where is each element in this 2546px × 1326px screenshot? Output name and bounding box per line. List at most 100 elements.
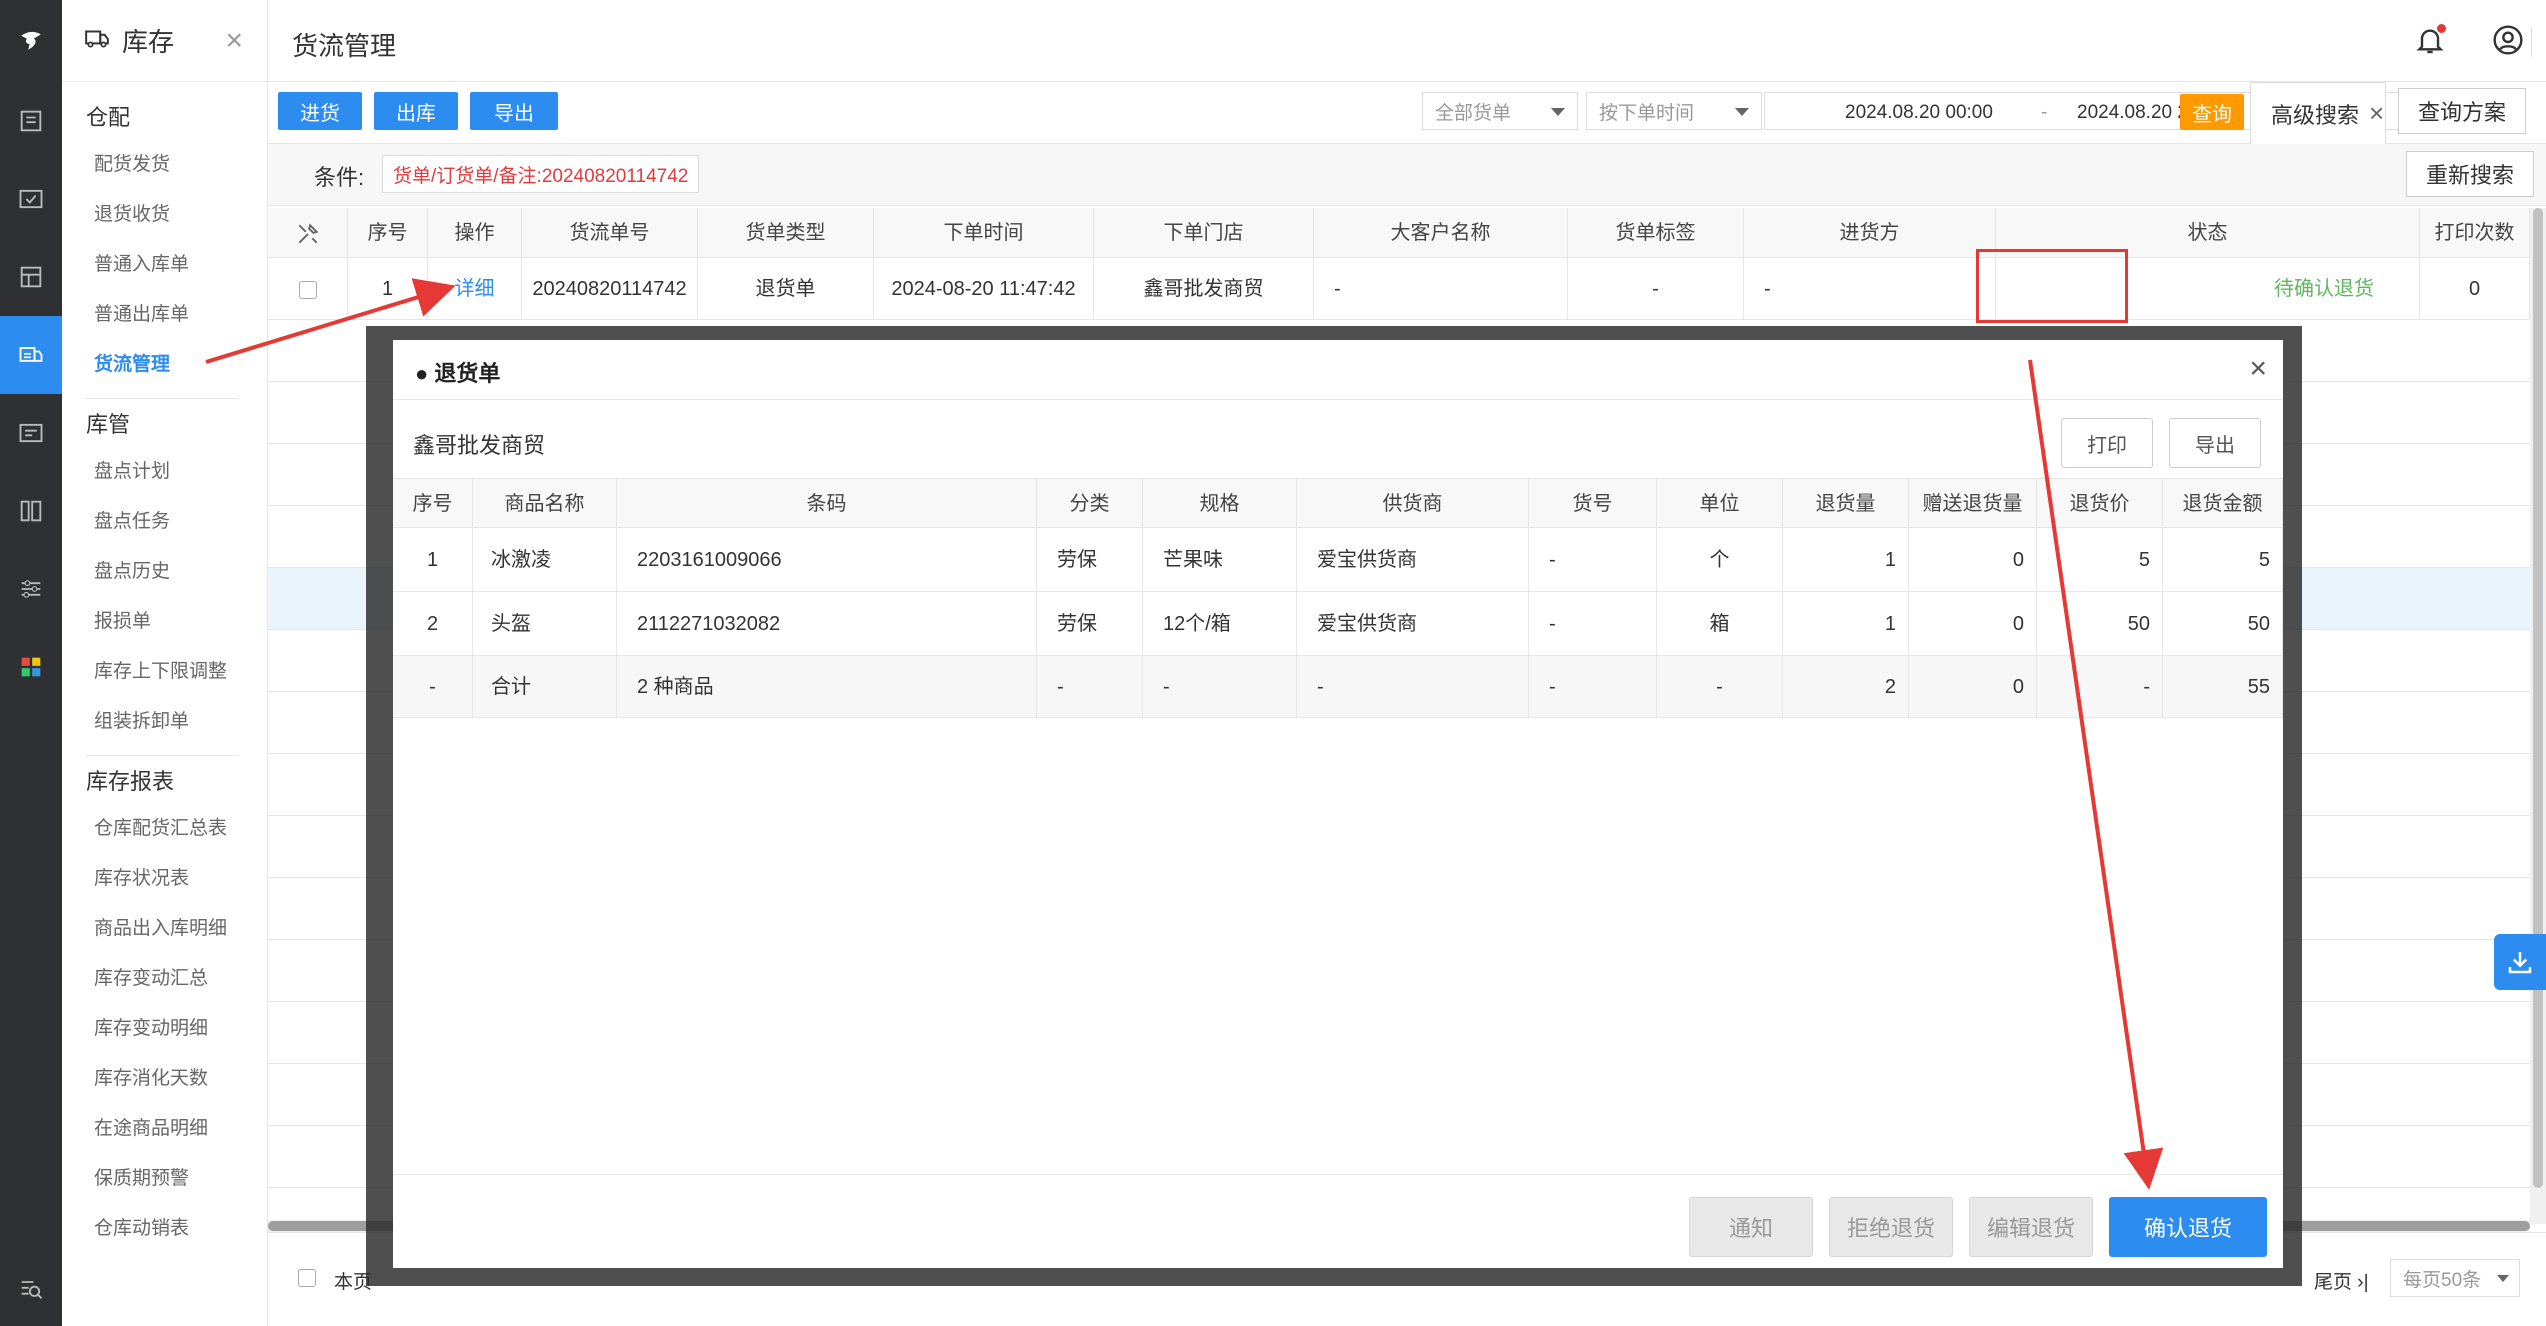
menu-item[interactable]: 报损单	[62, 597, 267, 647]
menu-item[interactable]: 库存消化天数	[62, 1054, 267, 1104]
date-from: 2024.08.20 00:00	[1845, 102, 1993, 123]
menu-item[interactable]: 退货收货	[62, 190, 267, 240]
menu-item[interactable]: 在途商品明细	[62, 1104, 267, 1154]
dialog-cell: 0	[1909, 656, 2037, 718]
advanced-search-tab[interactable]: 高级搜索 ×	[2250, 82, 2386, 144]
dialog-export-button[interactable]: 导出	[2169, 418, 2261, 468]
column-settings-icon[interactable]	[268, 208, 348, 258]
menu-item[interactable]: 盘点历史	[62, 547, 267, 597]
col-no: 货流单号	[522, 208, 698, 258]
caret-down-icon	[1735, 108, 1749, 116]
rail-finance-icon[interactable]	[0, 472, 62, 550]
download-float-button[interactable]	[2494, 934, 2546, 990]
dialog-cell: 0	[1909, 528, 2037, 592]
menu-item[interactable]: 库存变动明细	[62, 1004, 267, 1054]
dialog-col-header: 赠送退货量	[1909, 479, 2037, 529]
dialog-col-header: 商品名称	[473, 479, 617, 529]
condition-tag[interactable]: 货单/订货单/备注:20240820114742	[382, 155, 700, 193]
menu-item[interactable]: 库存变动汇总	[62, 954, 267, 1004]
table-header: 序号 操作 货流单号 货单类型 下单时间 下单门店 大客户名称 货单标签 进货方…	[268, 208, 2530, 258]
rail-search-icon[interactable]	[0, 1250, 62, 1326]
dialog-cell: 爱宝供货商	[1297, 592, 1529, 656]
vertical-scrollbar[interactable]	[2530, 208, 2546, 1224]
table-row[interactable]: 1 详细 20240820114742 退货单 2024-08-20 11:47…	[268, 258, 2530, 320]
rail-goods-icon[interactable]	[0, 160, 62, 238]
rail-settings-icon[interactable]	[0, 550, 62, 628]
dialog-col-header: 序号	[393, 479, 473, 529]
menu-item[interactable]: 配货发货	[62, 140, 267, 190]
rail-store-icon[interactable]	[0, 238, 62, 316]
dialog-cell: 冰激凌	[473, 528, 617, 592]
rail-apps-icon[interactable]	[0, 628, 62, 706]
dialog-col-header: 供货商	[1297, 479, 1529, 529]
close-menu-icon[interactable]: ×	[225, 24, 243, 58]
dialog-total-row: - 合计 2 种商品 - - - - -2 0-55	[393, 656, 2283, 718]
export-button[interactable]: 导出	[470, 92, 558, 130]
dialog-cell: 5	[2037, 528, 2163, 592]
menu-item[interactable]: 库存上下限调整	[62, 647, 267, 697]
double-chevron-right-icon: ›|	[2357, 1272, 2369, 1293]
col-store: 下单门店	[1094, 208, 1314, 258]
edit-return-button[interactable]: 编辑退货	[1969, 1197, 2093, 1257]
last-page-button[interactable]: 尾页 ›|	[2314, 1267, 2369, 1294]
dialog-cell: 芒果味	[1143, 528, 1297, 592]
menu-item[interactable]: 库存状况表	[62, 854, 267, 904]
checkbox[interactable]	[298, 1269, 316, 1287]
menu-item[interactable]: 商品出入库明细	[62, 904, 267, 954]
close-icon[interactable]: ×	[2249, 352, 2267, 386]
dialog-col-header: 分类	[1037, 479, 1143, 529]
menu-group-title: 库存报表	[86, 769, 175, 794]
time-type-select[interactable]: 按下单时间	[1586, 92, 1762, 130]
bell-icon[interactable]	[2414, 24, 2446, 58]
menu-item[interactable]: 盘点任务	[62, 497, 267, 547]
checkbox[interactable]	[298, 280, 317, 299]
col-type: 货单类型	[698, 208, 874, 258]
close-icon[interactable]: ×	[2369, 98, 2384, 129]
cell-tag: -	[1568, 258, 1744, 320]
row-checkbox[interactable]	[268, 258, 348, 320]
return-order-dialog: ● 退货单 × 鑫哥批发商贸 打印 导出 序号 商品名称 条码 分类 规格 供货商 货号 单位…	[393, 340, 2283, 1268]
print-button[interactable]: 打印	[2061, 418, 2153, 468]
menu-item[interactable]: 仓库配货汇总表	[62, 804, 267, 854]
menu-item[interactable]: 仓库动销表	[62, 1204, 267, 1254]
menu-item[interactable]: 普通出库单	[62, 290, 267, 340]
menu-item[interactable]: 普通入库单	[62, 240, 267, 290]
rail-report-icon[interactable]	[0, 394, 62, 472]
menu-item-active[interactable]: 货流管理	[62, 340, 267, 390]
col-prints: 打印次数	[2420, 208, 2530, 258]
notify-button[interactable]: 通知	[1689, 1197, 1813, 1257]
page-size-select[interactable]: 每页50条	[2390, 1259, 2520, 1297]
query-scheme-button[interactable]: 查询方案	[2398, 88, 2526, 134]
scrollbar-thumb[interactable]	[2533, 208, 2543, 1188]
user-avatar-icon[interactable]	[2492, 24, 2524, 61]
dialog-cell: 1	[393, 528, 473, 592]
top-bar: 货流管理 中文 ⌄	[268, 0, 2546, 82]
col-customer: 大客户名称	[1314, 208, 1568, 258]
condition-label: 条件:	[314, 165, 365, 190]
dialog-col-header: 规格	[1143, 479, 1297, 529]
dialog-cell: 2	[1783, 656, 1909, 718]
logo-icon[interactable]	[0, 0, 62, 80]
menu-item[interactable]: 保质期预警	[62, 1154, 267, 1204]
reset-search-button[interactable]: 重新搜索	[2406, 151, 2534, 197]
select-all-checkbox[interactable]	[298, 1269, 316, 1287]
detail-link[interactable]: 详细	[428, 258, 522, 320]
rail-dashboard-icon[interactable]	[0, 82, 62, 160]
query-button[interactable]: 查询	[2180, 94, 2244, 130]
dialog-title: ● 退货单	[415, 361, 501, 386]
rail-inventory-icon[interactable]	[0, 316, 62, 394]
order-type-select[interactable]: 全部货单	[1422, 92, 1578, 130]
menu-item[interactable]: 盘点计划	[62, 447, 267, 497]
menu-item[interactable]: 组装拆卸单	[62, 697, 267, 747]
confirm-return-button[interactable]: 确认退货	[2109, 1197, 2267, 1257]
dialog-cell: -	[393, 656, 473, 718]
cell-seq: 1	[348, 258, 428, 320]
menu-title: 库存	[122, 27, 175, 57]
dialog-cell: -	[1657, 656, 1783, 718]
reject-return-button[interactable]: 拒绝退货	[1829, 1197, 1953, 1257]
stock-in-button[interactable]: 进货	[278, 92, 362, 130]
dialog-cell: 箱	[1657, 592, 1783, 656]
stock-out-button[interactable]: 出库	[374, 92, 458, 130]
dialog-cell: 合计	[473, 656, 617, 718]
dialog-cell: 50	[2163, 592, 2283, 656]
